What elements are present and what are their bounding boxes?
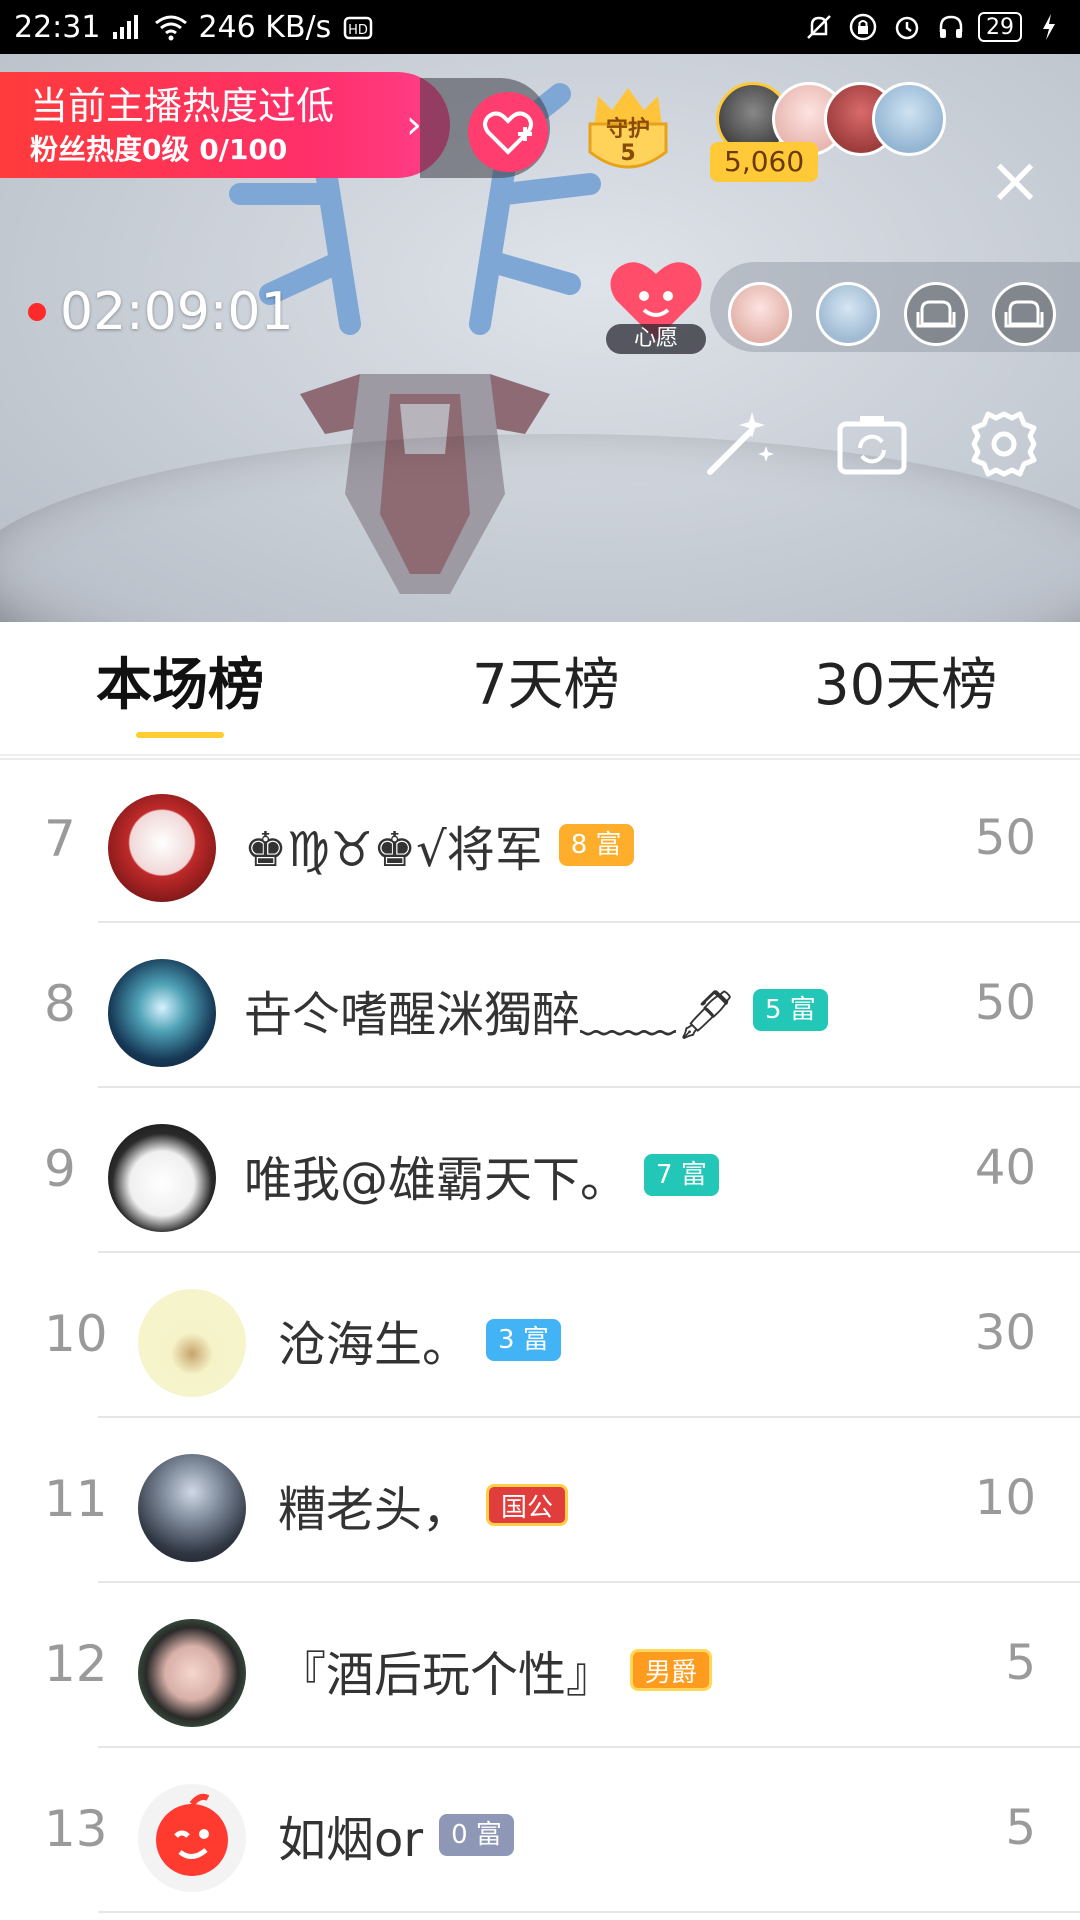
viewer-count-badge: 5,060 bbox=[710, 142, 819, 182]
beauty-wand-button[interactable] bbox=[698, 404, 778, 484]
headphones-icon bbox=[934, 10, 968, 44]
hd-call-icon: HD bbox=[341, 10, 375, 44]
magic-wand-icon bbox=[707, 412, 774, 475]
tab-current-session[interactable]: 本场榜 bbox=[96, 646, 264, 726]
ranking-tabs: 本场榜 7天榜 30天榜 bbox=[0, 622, 1080, 756]
flip-camera-icon bbox=[837, 416, 907, 475]
guest-seat-avatar[interactable] bbox=[816, 282, 880, 346]
user-name: 如烟or bbox=[278, 1812, 424, 1868]
score: 30 bbox=[974, 1305, 1036, 1361]
score: 5 bbox=[1005, 1635, 1036, 1691]
battery-indicator: 29 bbox=[978, 12, 1022, 42]
status-right: 29 bbox=[802, 10, 1066, 44]
live-timer: 02:09:01 bbox=[28, 282, 294, 342]
rank-number: 7 bbox=[44, 810, 76, 868]
svg-text:HD: HD bbox=[348, 23, 368, 38]
ranking-list[interactable]: 7 ♚♍♉♚√将军 8 富 50 8 卋仒嗜醒洣獨醉﹏﹏🖋 5 富 50 9 唯… bbox=[0, 758, 1080, 1920]
heat-banner-subtitle: 粉丝热度0级 0/100 bbox=[30, 133, 288, 166]
rank-number: 8 bbox=[44, 975, 76, 1033]
divider bbox=[98, 1911, 1080, 1913]
charging-icon bbox=[1032, 10, 1066, 44]
active-tab-indicator bbox=[136, 732, 224, 738]
rank-number: 9 bbox=[44, 1140, 76, 1198]
empty-seat[interactable] bbox=[904, 282, 968, 346]
user-name: 唯我@雄霸天下。 bbox=[244, 1152, 629, 1208]
user-name: 糟老头， bbox=[278, 1482, 471, 1538]
list-item[interactable]: 12 『酒后玩个性』 男爵 5 bbox=[0, 1583, 1080, 1748]
tab-7-days[interactable]: 7天榜 bbox=[472, 646, 620, 726]
score: 5 bbox=[1005, 1800, 1036, 1856]
rank-number: 12 bbox=[44, 1635, 108, 1693]
noble-badge: 男爵 bbox=[630, 1649, 713, 1691]
user-avatar[interactable] bbox=[108, 794, 216, 902]
wealth-badge: 8 富 bbox=[558, 824, 634, 866]
name-wrap: 卋仒嗜醒洣獨醉﹏﹏🖋 5 富 bbox=[244, 975, 828, 1045]
empty-seat[interactable] bbox=[992, 282, 1056, 346]
rank-number: 13 bbox=[44, 1800, 108, 1858]
user-avatar[interactable] bbox=[108, 1124, 216, 1232]
name-wrap: 如烟or 0 富 bbox=[278, 1800, 514, 1870]
user-name: 卋仒嗜醒洣獨醉﹏﹏🖋 bbox=[244, 987, 737, 1043]
follow-heart-button[interactable] bbox=[468, 92, 548, 172]
name-wrap: 糟老头， 国公 bbox=[278, 1470, 569, 1540]
user-name: 『酒后玩个性』 bbox=[278, 1647, 615, 1703]
list-item[interactable]: 9 唯我@雄霸天下。 7 富 40 bbox=[0, 1088, 1080, 1253]
heart-plus-icon bbox=[483, 111, 533, 155]
settings-button[interactable] bbox=[964, 404, 1044, 484]
score: 40 bbox=[974, 1140, 1036, 1196]
name-wrap: 沧海生。 3 富 bbox=[278, 1305, 561, 1375]
alarm-icon bbox=[890, 10, 924, 44]
recording-dot-icon bbox=[28, 303, 46, 321]
network-speed: 246 KB/s bbox=[198, 9, 332, 45]
list-item[interactable]: 10 沧海生。 3 富 30 bbox=[0, 1253, 1080, 1418]
wealth-badge: 3 富 bbox=[486, 1319, 561, 1361]
name-wrap: 『酒后玩个性』 男爵 bbox=[278, 1635, 713, 1705]
score: 10 bbox=[974, 1470, 1036, 1526]
list-item[interactable]: 13 如烟or 0 富 5 bbox=[0, 1748, 1080, 1913]
live-duration: 02:09:01 bbox=[60, 282, 294, 342]
clock: 22:31 bbox=[14, 9, 101, 45]
noble-badge: 国公 bbox=[486, 1484, 569, 1526]
wish-label: 心愿 bbox=[606, 324, 706, 354]
score: 50 bbox=[974, 975, 1036, 1031]
wealth-badge: 0 富 bbox=[439, 1814, 514, 1856]
viewer-avatar[interactable] bbox=[872, 82, 946, 156]
status-left: 22:31 246 KB/s HD bbox=[14, 10, 375, 45]
name-wrap: ♚♍♉♚√将军 8 富 bbox=[244, 810, 634, 880]
user-avatar[interactable] bbox=[138, 1454, 246, 1562]
rank-number: 10 bbox=[44, 1305, 108, 1363]
status-bar: 22:31 246 KB/s HD 29 bbox=[0, 0, 1080, 54]
wealth-badge: 7 富 bbox=[644, 1154, 719, 1196]
user-avatar[interactable] bbox=[138, 1784, 246, 1892]
rank-number: 11 bbox=[44, 1470, 108, 1528]
lock-rotation-icon bbox=[846, 10, 880, 44]
mute-bell-icon bbox=[802, 10, 836, 44]
sofa-icon bbox=[1004, 300, 1044, 328]
list-item[interactable]: 7 ♚♍♉♚√将军 8 富 50 bbox=[0, 758, 1080, 923]
user-name: ♚♍♉♚√将军 bbox=[244, 822, 543, 878]
guard-badge[interactable]: 守护 5 bbox=[580, 82, 676, 182]
gear-icon bbox=[971, 411, 1037, 477]
wink-face-icon bbox=[156, 1793, 228, 1876]
flip-camera-button[interactable] bbox=[832, 404, 912, 484]
list-item[interactable]: 11 糟老头， 国公 10 bbox=[0, 1418, 1080, 1583]
name-wrap: 唯我@雄霸天下。 7 富 bbox=[244, 1140, 719, 1210]
wealth-badge: 5 富 bbox=[752, 989, 828, 1031]
user-name: 沧海生。 bbox=[278, 1317, 471, 1373]
sofa-icon bbox=[916, 300, 956, 328]
cellular-signal-icon bbox=[110, 10, 144, 44]
heat-banner-title: 当前主播热度过低 bbox=[30, 84, 335, 128]
user-avatar[interactable] bbox=[138, 1619, 246, 1727]
list-item[interactable]: 8 卋仒嗜醒洣獨醉﹏﹏🖋 5 富 50 bbox=[0, 923, 1080, 1088]
user-avatar[interactable] bbox=[138, 1289, 246, 1397]
close-button[interactable]: × bbox=[980, 146, 1050, 216]
user-avatar[interactable] bbox=[108, 959, 216, 1067]
guest-seat-avatar[interactable] bbox=[728, 282, 792, 346]
wifi-icon bbox=[154, 10, 188, 44]
live-video-area[interactable]: 当前主播热度过低 粉丝热度0级 0/100 › 守护 5 5,060 × 02:… bbox=[0, 54, 1080, 622]
score: 50 bbox=[974, 810, 1036, 866]
guard-label: 守护 5 bbox=[605, 117, 650, 166]
tab-30-days[interactable]: 30天榜 bbox=[814, 646, 997, 726]
heat-low-banner[interactable]: 当前主播热度过低 粉丝热度0级 0/100 › bbox=[0, 72, 450, 178]
